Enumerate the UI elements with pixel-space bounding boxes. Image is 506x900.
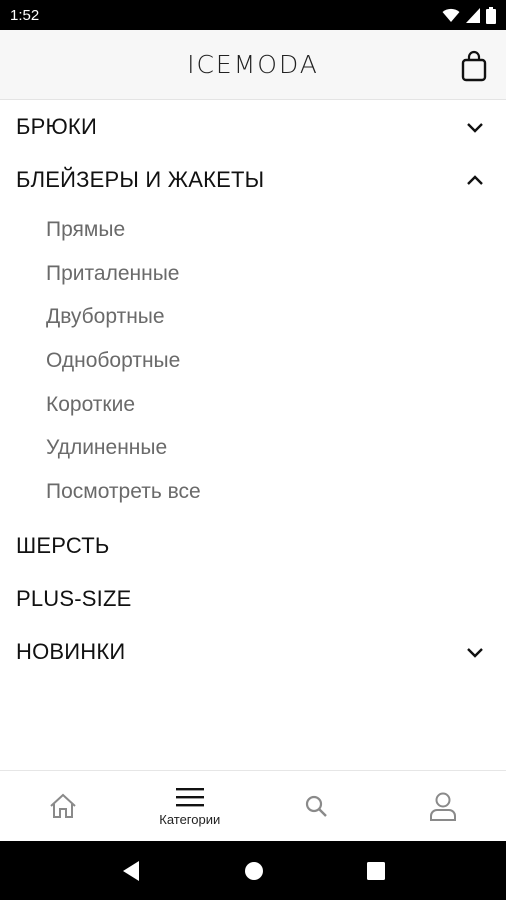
- nav-search[interactable]: [253, 771, 380, 841]
- subcategory-item[interactable]: Однобортные: [0, 339, 506, 383]
- bottom-nav: Категории: [0, 770, 506, 841]
- category-plus-size[interactable]: PLUS-SIZE: [0, 573, 506, 626]
- subcategory-item[interactable]: Прямые: [0, 208, 506, 252]
- wifi-icon: [442, 8, 460, 22]
- category-menu: БРЮКИ БЛЕЙЗЕРЫ И ЖАКЕТЫ Прямые Приталенн…: [0, 100, 506, 679]
- blazers-submenu: Прямые Приталенные Двубортные Однобортны…: [0, 206, 506, 520]
- search-icon: [306, 795, 328, 817]
- category-label: НОВИНКИ: [16, 639, 126, 665]
- chevron-up-icon: [467, 174, 483, 185]
- system-nav-bar: [0, 841, 506, 900]
- subcategory-item[interactable]: Приталенные: [0, 252, 506, 296]
- app-header: ICEMODA: [0, 30, 506, 100]
- nav-profile[interactable]: [380, 771, 506, 841]
- category-label: PLUS-SIZE: [16, 586, 132, 612]
- home-icon: [50, 793, 76, 818]
- chevron-down-icon: [467, 648, 483, 659]
- nav-label: Категории: [159, 811, 221, 827]
- shopping-bag-icon[interactable]: [460, 50, 488, 82]
- view-all-link[interactable]: Посмотреть все: [0, 470, 506, 514]
- category-label: БЛЕЙЗЕРЫ И ЖАКЕТЫ: [16, 166, 265, 192]
- subcategory-item[interactable]: Удлиненные: [0, 426, 506, 470]
- brand-logo[interactable]: ICEMODA: [187, 50, 319, 79]
- signal-icon: [466, 7, 480, 23]
- recents-icon[interactable]: [366, 861, 385, 880]
- back-icon[interactable]: [121, 860, 141, 882]
- status-bar: 1:52: [0, 0, 506, 30]
- subcategory-item[interactable]: Двубортные: [0, 295, 506, 339]
- category-trousers[interactable]: БРЮКИ: [0, 100, 506, 153]
- chevron-down-icon: [467, 122, 483, 133]
- category-label: БРЮКИ: [16, 113, 97, 139]
- subcategory-item[interactable]: Короткие: [0, 383, 506, 427]
- category-blazers[interactable]: БЛЕЙЗЕРЫ И ЖАКЕТЫ: [0, 153, 506, 206]
- battery-icon: [486, 6, 496, 24]
- home-circle-icon[interactable]: [244, 861, 264, 881]
- status-icons: [442, 6, 496, 24]
- category-new[interactable]: НОВИНКИ: [0, 626, 506, 679]
- profile-icon: [429, 792, 456, 821]
- nav-categories[interactable]: Категории: [127, 771, 254, 841]
- status-time: 1:52: [10, 6, 40, 24]
- nav-home[interactable]: [0, 771, 127, 841]
- menu-icon: [175, 787, 204, 806]
- category-label: ШЕРСТЬ: [16, 533, 110, 559]
- category-wool[interactable]: ШЕРСТЬ: [0, 520, 506, 573]
